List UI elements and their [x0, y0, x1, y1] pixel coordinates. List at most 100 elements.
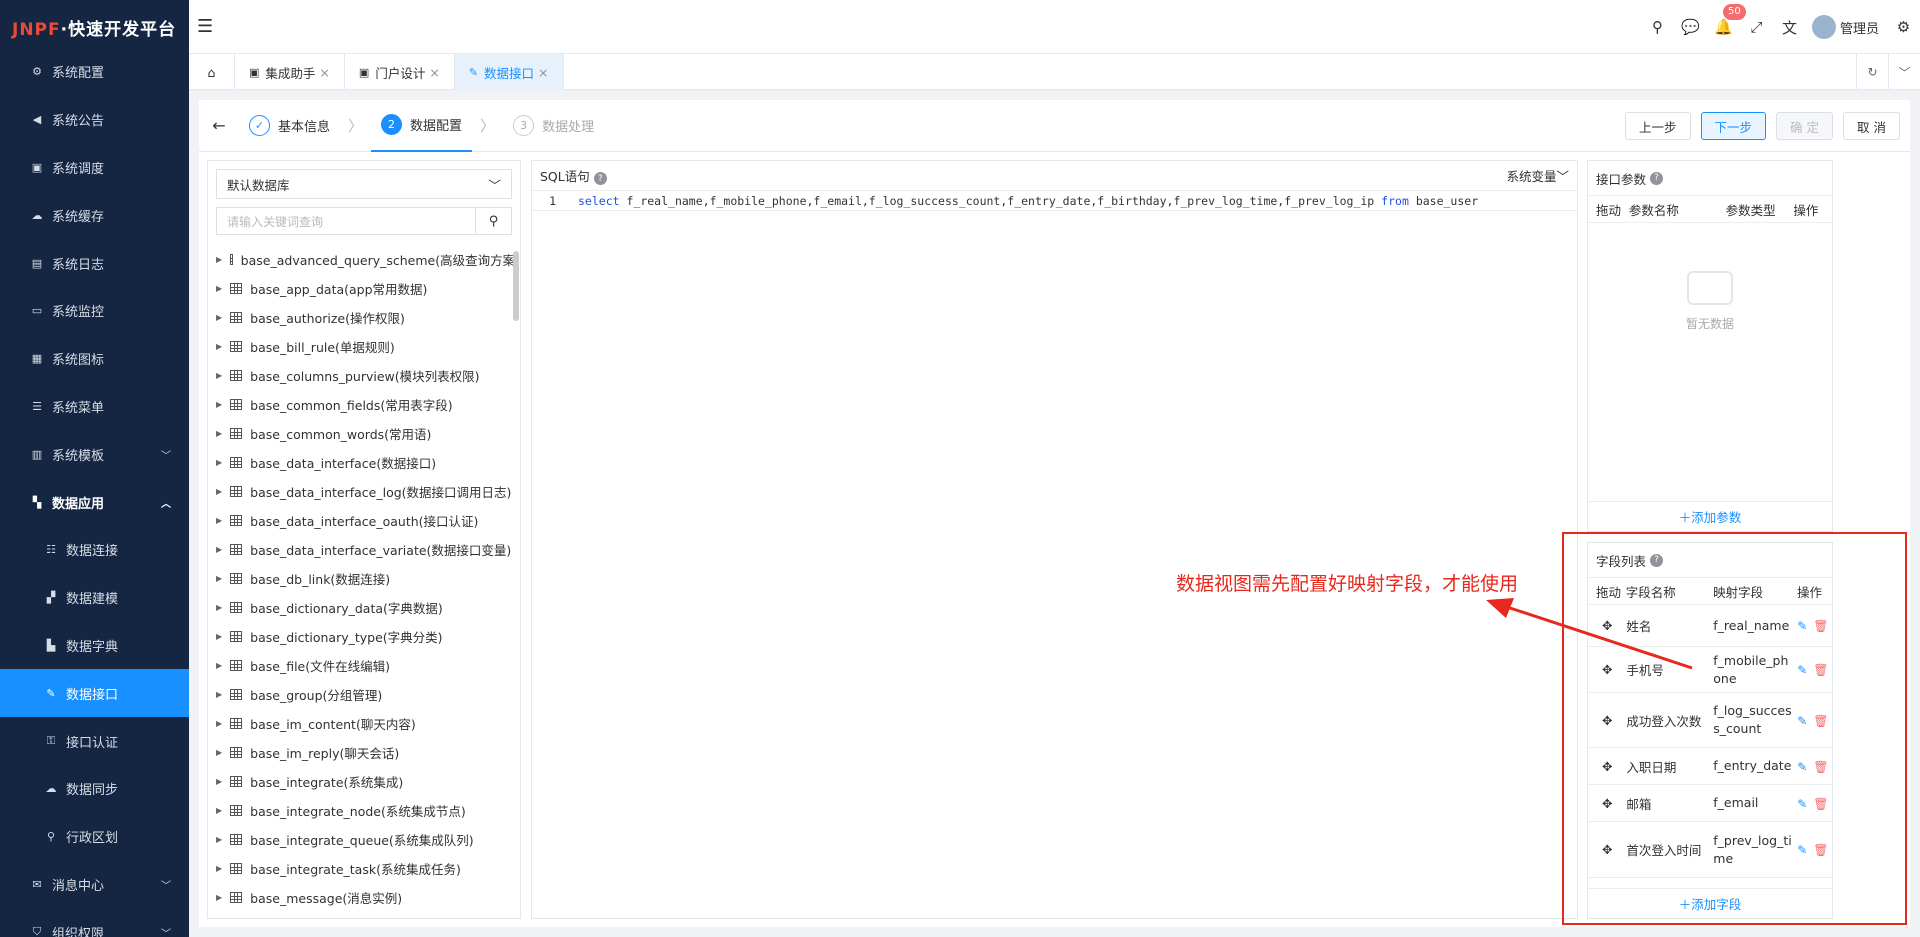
search-icon[interactable]: ⚲ [475, 208, 511, 234]
sidebar-item-region[interactable]: ⚲ 行政区划 [0, 813, 189, 861]
help-icon[interactable]: ? [1650, 171, 1664, 185]
tree-node-table[interactable]: ▶ base_group(分组管理) [208, 680, 520, 709]
tree-node-table[interactable]: ▶ base_message(消息实例) [208, 883, 520, 912]
step-data-process[interactable]: 3 数据处理 [503, 100, 604, 152]
tree-node-table[interactable]: ▶ base_dictionary_data(字典数据) [208, 593, 520, 622]
sidebar-item-menu[interactable]: ☰ 系统菜单 [0, 383, 189, 431]
tree-node-table[interactable]: ▶ base_data_interface_oauth(接口认证) [208, 506, 520, 535]
add-param-button[interactable]: ＋ 添加参数 [1588, 501, 1832, 531]
bell-icon[interactable]: 🔔 50 [1707, 4, 1746, 36]
caret-right-icon[interactable]: ▶ [216, 429, 222, 438]
scrollbar[interactable] [513, 251, 519, 321]
caret-right-icon[interactable]: ▶ [216, 806, 222, 815]
tab-data-interface[interactable]: ✎ 数据接口 × [454, 54, 564, 90]
fullscreen-icon[interactable]: ⤢ [1740, 18, 1773, 36]
tree-node-table[interactable]: ▶ base_data_interface_variate(数据接口变量) [208, 535, 520, 564]
tree-node-table[interactable]: ▶ base_db_link(数据连接) [208, 564, 520, 593]
close-icon[interactable]: × [538, 65, 548, 80]
caret-right-icon[interactable]: ▶ [216, 574, 222, 583]
sidebar-item-log[interactable]: ▤ 系统日志 [0, 239, 189, 287]
sidebar-item-data-sync[interactable]: ☁ 数据同步 [0, 765, 189, 813]
caret-right-icon[interactable]: ▶ [216, 603, 222, 612]
refresh-icon[interactable]: ↻ [1856, 54, 1888, 90]
tree-node-table[interactable]: ▶ base_im_content(聊天内容) [208, 709, 520, 738]
sidebar-item-data-connect[interactable]: ☷ 数据连接 [0, 526, 189, 574]
caret-right-icon[interactable]: ▶ [216, 632, 222, 641]
tree-node-table[interactable]: ▶ base_integrate_node(系统集成节点) [208, 796, 520, 825]
tree-node-table[interactable]: ▶ base_data_interface_log(数据接口调用日志) [208, 477, 520, 506]
tab-home[interactable]: ⌂ [189, 54, 235, 90]
sidebar-item-data-app[interactable]: ▚ 数据应用 ︿ [0, 478, 189, 526]
caret-right-icon[interactable]: ▶ [216, 748, 222, 757]
sidebar-item-data-interface[interactable]: ✎ 数据接口 [0, 669, 189, 718]
caret-right-icon[interactable]: ▶ [216, 487, 222, 496]
caret-right-icon[interactable]: ▶ [216, 661, 222, 670]
close-icon[interactable]: × [319, 65, 329, 80]
sql-editor[interactable]: 1 select f_real_name,f_mobile_phone,f_em… [532, 191, 1577, 211]
cancel-button[interactable]: 取 消 [1843, 112, 1900, 140]
caret-right-icon[interactable]: ▶ [216, 313, 222, 322]
tree-node-table[interactable]: ▶ base_integrate(系统集成) [208, 767, 520, 796]
tree-node-table[interactable]: ▶ base_data_interface(数据接口) [208, 448, 520, 477]
caret-right-icon[interactable]: ▶ [216, 777, 222, 786]
tree-node-table[interactable]: ▶ base_integrate_queue(系统集成队列) [208, 825, 520, 854]
caret-right-icon[interactable]: ▶ [216, 864, 222, 873]
close-icon[interactable]: × [429, 65, 439, 80]
caret-right-icon[interactable]: ▶ [216, 719, 222, 728]
caret-right-icon[interactable]: ▶ [216, 255, 222, 264]
tree-node-table[interactable]: ▶ base_dictionary_type(字典分类) [208, 622, 520, 651]
caret-right-icon[interactable]: ▶ [216, 458, 222, 467]
caret-right-icon[interactable]: ▶ [216, 835, 222, 844]
caret-right-icon[interactable]: ▶ [216, 371, 222, 380]
search-icon[interactable]: ⚲ [1641, 18, 1674, 36]
sidebar-item-data-model[interactable]: ▞ 数据建模 [0, 574, 189, 622]
system-variable-dropdown[interactable]: 系统变量﹀ [1506, 166, 1569, 185]
back-arrow-icon[interactable]: ← [199, 116, 239, 135]
sidebar-item-interface-auth[interactable]: ⚿ 接口认证 [0, 717, 189, 765]
tree-node-table[interactable]: ▶ base_file(文件在线编辑) [208, 651, 520, 680]
caret-right-icon[interactable]: ▶ [216, 690, 222, 699]
tree-node-table[interactable]: ▶ base_bill_rule(单据规则) [208, 332, 520, 361]
table-search-input[interactable]: 请输入关键词查询 ⚲ [216, 207, 512, 235]
step-data-config[interactable]: 2 数据配置 [371, 100, 473, 152]
caret-right-icon[interactable]: ▶ [216, 400, 222, 409]
tree-node-table[interactable]: ▶ base_integrate_task(系统集成任务) [208, 854, 520, 883]
sidebar-item-org[interactable]: ⛉ 组织权限 ﹀ [0, 908, 189, 937]
caret-right-icon[interactable]: ▶ [216, 284, 222, 293]
confirm-button[interactable]: 确 定 [1776, 112, 1834, 140]
tree-node-table[interactable]: ▶ base_common_words(常用语) [208, 419, 520, 448]
chat-icon[interactable]: 💬 [1674, 18, 1707, 36]
sidebar-item-data-dict[interactable]: ▙ 数据字典 [0, 622, 189, 670]
menu-fold-icon[interactable]: ☰ [197, 16, 213, 37]
database-select[interactable]: 默认数据库 ﹀ [216, 169, 512, 199]
caret-right-icon[interactable]: ▶ [216, 342, 222, 351]
tab-portal[interactable]: ▣ 门户设计 × [345, 54, 455, 90]
sidebar-item-announcement[interactable]: ◀ 系统公告 [0, 96, 189, 144]
sidebar-item-icons[interactable]: ▦ 系统图标 [0, 335, 189, 383]
tree-node-table[interactable]: ▶ base_columns_purview(模块列表权限) [208, 361, 520, 390]
settings-gear-icon[interactable]: ⚙ [1887, 18, 1920, 36]
sidebar-item-monitor[interactable]: ▭ 系统监控 [0, 287, 189, 335]
user-menu[interactable]: 管理员 [1811, 15, 1879, 39]
caret-right-icon[interactable]: ▶ [216, 516, 222, 525]
tree-node-table[interactable]: ▶ base_im_reply(聊天会话) [208, 738, 520, 767]
caret-right-icon[interactable]: ▶ [216, 545, 222, 554]
sidebar-item-cache[interactable]: ☁ 系统缓存 [0, 191, 189, 239]
sidebar-item-system-config[interactable]: ⚙ 系统配置 [0, 48, 189, 96]
next-button[interactable]: 下一步 [1700, 112, 1767, 140]
translate-icon[interactable]: 文 [1773, 17, 1806, 38]
sidebar-item-schedule[interactable]: ▣ 系统调度 [0, 144, 189, 192]
sidebar-item-template[interactable]: ▥ 系统模板 ﹀ [0, 430, 189, 478]
sidebar-item-message[interactable]: ✉ 消息中心 ﹀ [0, 861, 189, 909]
tree-node-table[interactable]: ▶ base_common_fields(常用表字段) [208, 390, 520, 419]
tree-node-table[interactable]: ▶ base_authorize(操作权限) [208, 303, 520, 332]
tab-integration[interactable]: ▣ 集成助手 × [235, 54, 345, 90]
caret-right-icon[interactable]: ▶ [216, 893, 222, 902]
help-icon[interactable]: ? [593, 172, 607, 186]
tree-node-table[interactable]: ▶ base_advanced_query_scheme(高级查询方案) [208, 245, 520, 274]
step-basic[interactable]: ✓ 基本信息 [239, 100, 340, 152]
tree-node-table[interactable]: ▶ base_app_data(app常用数据) [208, 274, 520, 303]
chevron-down-icon[interactable]: ﹀ [1888, 54, 1920, 90]
prev-button[interactable]: 上一步 [1625, 112, 1691, 140]
app-logo[interactable]: JNPF·快速开发平台 [0, 0, 189, 54]
